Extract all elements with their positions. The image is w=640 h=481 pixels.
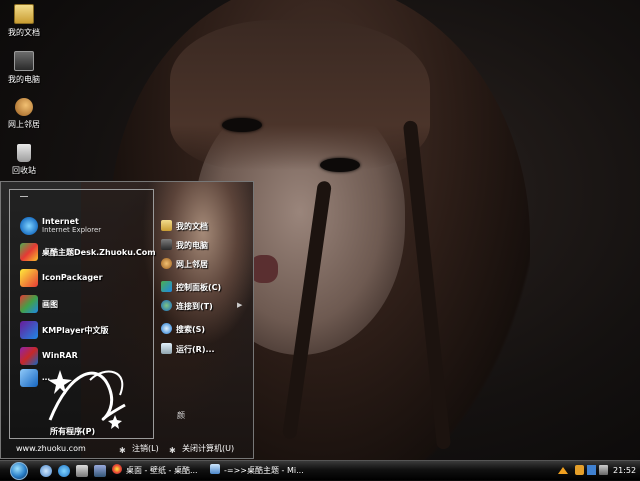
menu-item-run[interactable]: 运行(R)... xyxy=(161,343,215,359)
kmplayer-icon xyxy=(20,321,38,339)
menu-item-network[interactable]: 网上邻居 xyxy=(161,258,208,274)
menu-item-search[interactable]: 搜索(S) xyxy=(161,323,205,339)
photo-caption: 颜 xyxy=(177,411,185,420)
wallpaper-eye-right xyxy=(320,158,360,172)
shutdown-label: 关闭计算机(U) xyxy=(182,444,235,453)
winrar-icon xyxy=(20,347,38,365)
desktop-icon-label: 网上邻居 xyxy=(8,120,40,129)
recycle-bin-icon xyxy=(17,144,31,162)
wallpaper-eye-left xyxy=(222,118,262,132)
control-panel-icon xyxy=(161,281,172,292)
quick-launch-explorer-icon[interactable] xyxy=(76,465,88,477)
menu-item-zhuoku-theme[interactable]: 桌酷主题Desk.Zhuoku.Com xyxy=(10,241,156,263)
menu-item-title: 桌酷主题Desk.Zhuoku.Com xyxy=(42,248,156,257)
connect-icon xyxy=(161,300,172,311)
menu-item-kmplayer[interactable]: KMPlayer中文版 xyxy=(10,319,153,341)
network-icon xyxy=(15,98,33,116)
ie-icon xyxy=(20,217,38,235)
taskbar-button-label: -=>>桌酷主题 - Mi... xyxy=(224,466,304,475)
network-icon xyxy=(161,258,172,269)
menu-item-label: 连接到(T) xyxy=(176,302,213,311)
menu-item-title: 画图 xyxy=(42,300,58,309)
menu-item-subtitle: Internet Explorer xyxy=(42,226,102,234)
browser-icon xyxy=(112,464,122,474)
desktop-icon-my-computer[interactable]: 我的电脑 xyxy=(4,51,44,85)
settings-icon xyxy=(20,369,38,387)
menu-item-label: 搜索(S) xyxy=(176,325,206,334)
quick-launch-media-icon[interactable] xyxy=(94,465,106,477)
menu-item-iconpackager[interactable]: IconPackager xyxy=(10,267,153,289)
quick-launch-ie-icon[interactable] xyxy=(58,465,70,477)
menu-item-title: Internet xyxy=(42,217,79,226)
window-icon xyxy=(210,464,220,474)
menu-item-title: IconPackager xyxy=(42,273,103,282)
desktop-icon-my-documents[interactable]: 我的文档 xyxy=(4,4,44,38)
all-programs-button[interactable]: 所有程序(P) xyxy=(50,426,95,437)
start-menu: Internet Internet Explorer 桌酷主题Desk.Zhuo… xyxy=(0,181,254,459)
menu-item-internet-explorer[interactable]: Internet Internet Explorer xyxy=(10,215,153,237)
wallpaper-bangs xyxy=(170,20,430,170)
taskbar-clock[interactable]: 21:52 xyxy=(613,461,636,481)
menu-item-control-panel[interactable]: 控制面板(C) xyxy=(161,281,221,297)
menu-item-my-computer[interactable]: 我的电脑 xyxy=(161,239,208,255)
start-button[interactable] xyxy=(10,462,28,480)
logoff-icon: ✱ xyxy=(119,446,126,455)
tray-app-icon[interactable] xyxy=(575,465,584,475)
computer-icon xyxy=(161,239,172,250)
paint-icon xyxy=(20,295,38,313)
menu-item-label: 我的电脑 xyxy=(176,241,208,250)
shutdown-icon: ✱ xyxy=(169,446,176,455)
menu-item-my-documents[interactable]: 我的文档 xyxy=(161,220,208,236)
iconpackager-icon xyxy=(20,269,38,287)
tray-expand-icon[interactable] xyxy=(558,467,568,474)
logoff-label: 注销(L) xyxy=(132,444,159,453)
quick-launch-desktop-icon[interactable] xyxy=(40,465,52,477)
menu-item-label: 控制面板(C) xyxy=(176,283,222,292)
taskbar-button-browser[interactable]: 桌面 - 壁纸 - 桌酷... xyxy=(112,463,204,479)
folder-icon xyxy=(14,4,34,24)
search-icon xyxy=(161,323,172,334)
logoff-button[interactable]: ✱ 注销(L) xyxy=(119,443,159,456)
tray-network-icon[interactable] xyxy=(587,465,596,475)
desktop-icon-label: 我的文档 xyxy=(8,28,40,37)
taskbar: 桌面 - 壁纸 - 桌酷... -=>>桌酷主题 - Mi... 21:52 xyxy=(0,460,640,480)
desktop-icon-recycle-bin[interactable]: 回收站 xyxy=(4,144,44,176)
site-url-label: www.zhuoku.com xyxy=(16,444,86,453)
run-icon xyxy=(161,343,172,354)
desktop-icon-label: 我的电脑 xyxy=(8,75,40,84)
wallpaper-lips xyxy=(250,255,278,283)
theme-icon xyxy=(20,243,38,261)
desktop-icon-network[interactable]: 网上邻居 xyxy=(4,98,44,130)
start-menu-pinned-panel: Internet Internet Explorer 桌酷主题Desk.Zhuo… xyxy=(9,189,156,439)
shutdown-button[interactable]: ✱ 关闭计算机(U) xyxy=(169,443,234,456)
divider xyxy=(20,196,28,197)
menu-item-connect-to[interactable]: 连接到(T) ▶ xyxy=(161,300,242,316)
chevron-right-icon: ▶ xyxy=(237,301,243,309)
menu-item-label: 网上邻居 xyxy=(176,260,208,269)
desktop-icon-label: 回收站 xyxy=(12,166,36,175)
tray-volume-icon[interactable] xyxy=(599,465,608,475)
computer-icon xyxy=(14,51,34,71)
taskbar-button-label: 桌面 - 壁纸 - 桌酷... xyxy=(126,466,198,475)
menu-item-title: KMPlayer中文版 xyxy=(42,326,109,335)
menu-item-label: 运行(R)... xyxy=(176,345,215,354)
menu-item-paint[interactable]: 画图 xyxy=(10,293,153,315)
folder-icon xyxy=(161,220,172,231)
taskbar-button-theme-window[interactable]: -=>>桌酷主题 - Mi... xyxy=(210,463,304,479)
menu-item-label: 我的文档 xyxy=(176,222,208,231)
